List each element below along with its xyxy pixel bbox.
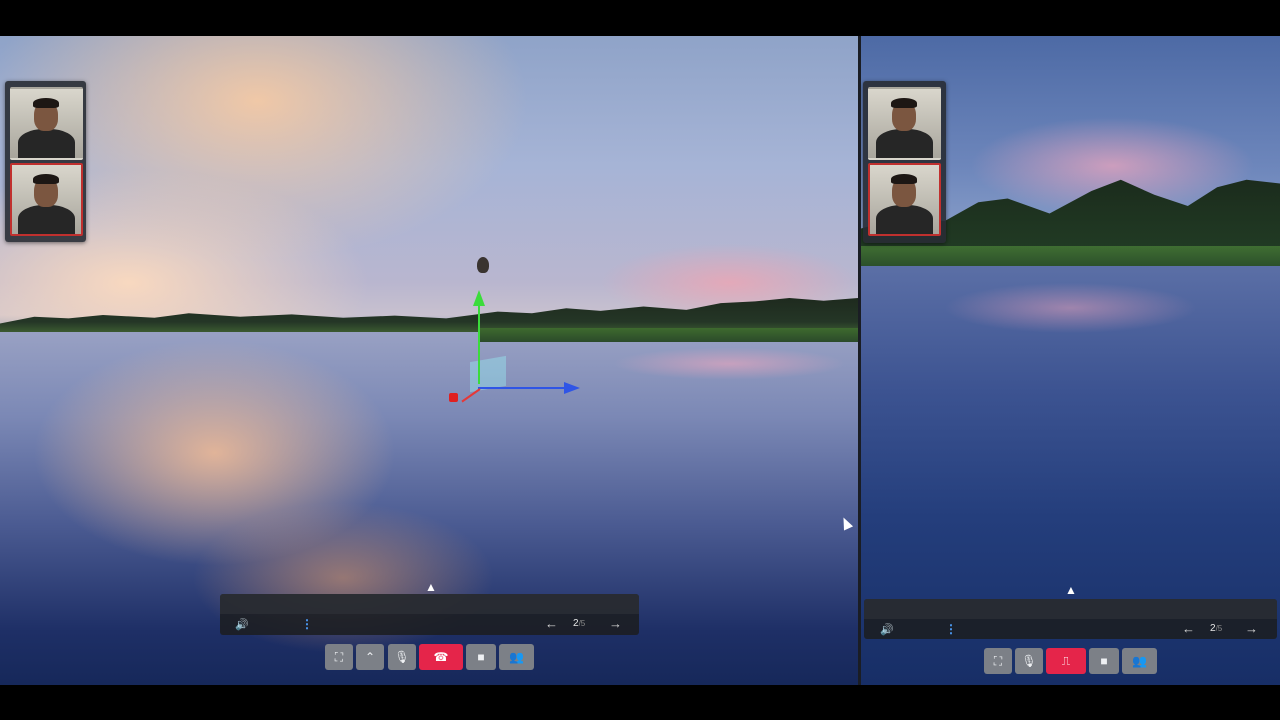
participants-button[interactable]: 👥 xyxy=(1122,648,1157,674)
grass-bank xyxy=(861,246,1280,268)
mic-button[interactable]: 🎙 xyxy=(388,644,416,670)
right-video-pane[interactable]: ▲ 🔊 ⋮ ← 2/5 → ⛶ 🎙 ⎍ ■ 👥 xyxy=(861,36,1280,685)
camera-button[interactable]: ■ xyxy=(1089,648,1119,674)
participant-video-2-active-speaker[interactable] xyxy=(868,163,941,236)
expand-button[interactable]: ⌃ xyxy=(356,644,384,670)
gizmo-y-arrow-icon[interactable] xyxy=(473,290,485,306)
next-page-icon[interactable]: → xyxy=(609,616,622,631)
participant-video-1[interactable] xyxy=(10,87,83,160)
gizmo-x-arrow-icon[interactable] xyxy=(564,382,580,394)
page-total: /5 xyxy=(1215,624,1223,633)
exit-room-button[interactable]: ⎍ xyxy=(1046,648,1086,674)
left-video-pane[interactable]: ▲ 🔊 ⋮ ← 2/5 → ⛶ ⌃ 🎙 ☎ ■ 👥 xyxy=(0,36,858,685)
speaker-icon[interactable]: 🔊 xyxy=(235,618,249,631)
page-total: /5 xyxy=(578,619,586,628)
participant-video-1[interactable] xyxy=(868,87,941,160)
fullscreen-button[interactable]: ⛶ xyxy=(984,648,1012,674)
participant-thumbnails xyxy=(863,81,946,243)
more-options-icon[interactable]: ⋮ xyxy=(301,617,313,631)
page-indicator: 2/5 xyxy=(1210,623,1222,634)
more-options-icon[interactable]: ⋮ xyxy=(945,622,957,636)
bar-header xyxy=(864,599,1277,619)
mic-button[interactable]: 🎙 xyxy=(1015,648,1043,674)
remote-avatar-marker[interactable] xyxy=(477,257,489,273)
media-control-bar: 🔊 ⋮ ← 2/5 → xyxy=(864,599,1277,639)
gizmo-y-axis[interactable] xyxy=(478,304,480,384)
participant-thumbnails xyxy=(5,81,86,242)
media-control-bar: 🔊 ⋮ ← 2/5 → xyxy=(220,594,639,635)
participants-button[interactable]: 👥 xyxy=(499,644,534,670)
gizmo-z-handle-icon[interactable] xyxy=(449,393,458,402)
fullscreen-button[interactable]: ⛶ xyxy=(325,644,353,670)
toggle-panel-chevron-icon[interactable]: ▲ xyxy=(425,580,437,594)
next-page-icon[interactable]: → xyxy=(1245,621,1258,636)
prev-page-icon[interactable]: ← xyxy=(545,616,558,631)
hang-up-button[interactable]: ☎ xyxy=(419,644,463,670)
toggle-panel-chevron-icon[interactable]: ▲ xyxy=(1065,583,1077,597)
gizmo-x-axis[interactable] xyxy=(478,387,566,389)
camera-button[interactable]: ■ xyxy=(466,644,496,670)
prev-page-icon[interactable]: ← xyxy=(1182,621,1195,636)
bar-header xyxy=(220,594,639,614)
grass-bank xyxy=(480,328,858,342)
participant-video-2-active-speaker[interactable] xyxy=(10,163,83,236)
page-indicator: 2/5 xyxy=(573,618,585,629)
speaker-icon[interactable]: 🔊 xyxy=(880,623,894,636)
